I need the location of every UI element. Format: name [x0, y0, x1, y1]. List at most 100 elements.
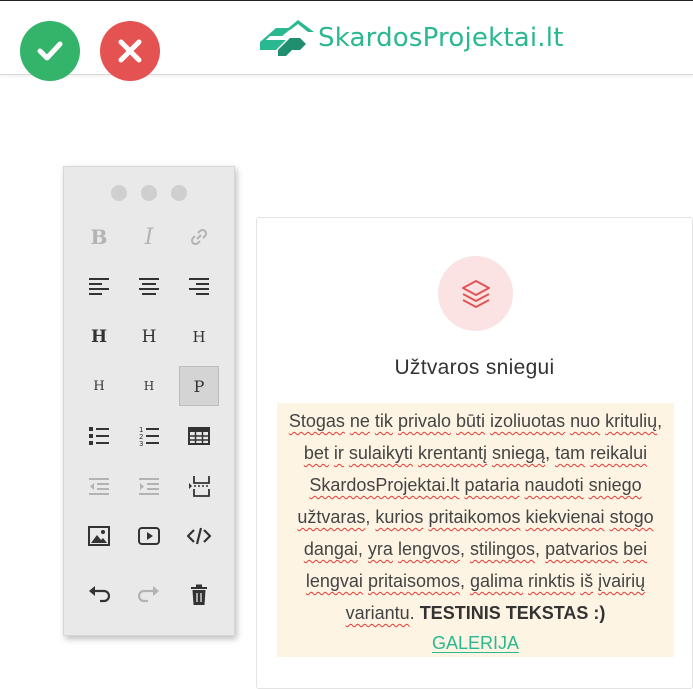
insert-video-button[interactable] — [129, 516, 169, 556]
paragraph-word: izoliuotas — [490, 411, 566, 431]
h2-icon: H — [141, 327, 157, 347]
paragraph-word: sniego — [588, 475, 642, 495]
page-break-icon — [189, 476, 210, 497]
bold-icon: B — [90, 225, 108, 249]
paragraph-word: tik — [374, 411, 393, 431]
table-icon — [188, 427, 210, 445]
align-center-icon — [139, 278, 159, 295]
italic-button[interactable]: I — [129, 217, 169, 257]
paragraph-word: nuo — [570, 411, 601, 431]
card-paragraph[interactable]: Stogas ne tik privalo būti izoliuotas nu… — [289, 411, 662, 623]
heading-5-button[interactable]: H — [129, 366, 169, 406]
table-button[interactable] — [179, 416, 219, 456]
paragraph-word: būti — [455, 411, 486, 431]
paragraph-word: tam — [555, 443, 586, 463]
drag-dot — [141, 185, 157, 201]
paragraph-word: krentantį — [417, 443, 487, 463]
site-logo[interactable]: SkardosProjektai.lt — [256, 15, 564, 61]
code-icon — [187, 527, 211, 545]
h4-icon: H — [93, 378, 105, 394]
logo-text: SkardosProjektai.lt — [318, 23, 564, 53]
video-icon — [138, 527, 160, 545]
numbered-list-button[interactable]: 123 — [129, 416, 169, 456]
undo-button[interactable] — [79, 575, 119, 615]
paragraph-word: kritulių — [605, 411, 658, 431]
undo-icon — [89, 586, 110, 603]
toolbar-drag-handle[interactable] — [64, 185, 234, 201]
heading-1-button[interactable]: H — [79, 317, 119, 357]
paragraph-word: ne — [349, 411, 370, 431]
paragraph-word: iš — [580, 571, 594, 591]
paragraph-word: lengvos — [397, 539, 460, 559]
paragraph-word: sulaikyti — [348, 443, 413, 463]
paragraph-word: pritaisomos — [367, 571, 460, 591]
redo-button[interactable] — [129, 575, 169, 615]
paragraph-word: rinktis — [528, 571, 576, 591]
redo-icon — [138, 586, 159, 603]
paragraph-word: užtvaras — [297, 507, 366, 527]
link-button[interactable] — [179, 217, 219, 257]
italic-icon: I — [144, 224, 154, 250]
image-icon — [88, 526, 110, 546]
heading-2-button[interactable]: H — [129, 317, 169, 357]
paragraph-button[interactable]: P — [179, 366, 219, 406]
card-icon-badge — [438, 256, 513, 331]
paragraph-word: ir — [333, 443, 344, 463]
paragraph-word: įvairių — [598, 571, 646, 591]
delete-icon — [191, 584, 207, 605]
paragraph-word: pritaikomos — [428, 507, 521, 527]
paragraph-word: lengvai — [305, 571, 363, 591]
paragraph-word: naudoti — [524, 475, 584, 495]
paragraph-word: sniegą — [492, 443, 546, 463]
delete-button[interactable] — [179, 575, 219, 615]
drag-dot — [111, 185, 127, 201]
paragraph-word: kiekvienai — [525, 507, 605, 527]
gallery-link[interactable]: GALERIJA — [283, 629, 668, 657]
cancel-button[interactable] — [100, 21, 160, 81]
page-break-button[interactable] — [179, 466, 219, 506]
heading-3-button[interactable]: H — [179, 317, 219, 357]
align-right-button[interactable] — [179, 266, 219, 306]
editor-toolbar: B I H H H H H P 123 — [63, 166, 235, 636]
outdent-icon — [89, 478, 109, 495]
card-title[interactable]: Užtvaros sniegui — [257, 356, 692, 380]
paragraph-word: bet — [303, 443, 329, 463]
paragraph-icon: P — [193, 376, 205, 396]
checkmark-icon — [37, 41, 63, 61]
drag-dot — [171, 185, 187, 201]
code-view-button[interactable] — [179, 516, 219, 556]
paragraph-word: stilingos — [470, 539, 536, 559]
align-left-icon — [89, 278, 109, 295]
outdent-button[interactable] — [79, 466, 119, 506]
paragraph-word: pataria — [464, 475, 520, 495]
editor-header: SkardosProjektai.lt — [0, 0, 693, 81]
bold-button[interactable]: B — [79, 217, 119, 257]
card-text-editor[interactable]: Stogas ne tik privalo būti izoliuotas nu… — [277, 403, 674, 657]
paragraph-word: dangai — [303, 539, 358, 559]
h5-icon: H — [143, 379, 155, 393]
indent-button[interactable] — [129, 466, 169, 506]
align-left-button[interactable] — [79, 266, 119, 306]
bullet-list-button[interactable] — [79, 416, 119, 456]
paragraph-word: patvarios — [545, 539, 619, 559]
logo-mark-icon — [260, 20, 314, 56]
paragraph-word: galima — [470, 571, 524, 591]
h1-icon: H — [90, 327, 108, 347]
numbered-list-icon: 123 — [139, 426, 159, 447]
paragraph-word: variantu — [345, 603, 410, 623]
paragraph-word: stogo — [609, 507, 654, 527]
bold-test-text[interactable]: TESTINIS TEKSTAS :) — [420, 603, 606, 623]
heading-4-button[interactable]: H — [79, 366, 119, 406]
indent-icon — [139, 478, 159, 495]
bullet-list-icon — [89, 427, 109, 445]
h3-icon: H — [192, 328, 206, 346]
content-card[interactable]: Užtvaros sniegui Stogas ne tik privalo b… — [256, 217, 693, 689]
align-right-icon — [189, 278, 209, 295]
confirm-button[interactable] — [20, 21, 80, 81]
paragraph-word: kurios — [375, 507, 424, 527]
paragraph-word: reikalui — [590, 443, 648, 463]
paragraph-word: privalo — [397, 411, 451, 431]
align-center-button[interactable] — [129, 266, 169, 306]
svg-text:3: 3 — [139, 440, 143, 447]
insert-image-button[interactable] — [79, 516, 119, 556]
